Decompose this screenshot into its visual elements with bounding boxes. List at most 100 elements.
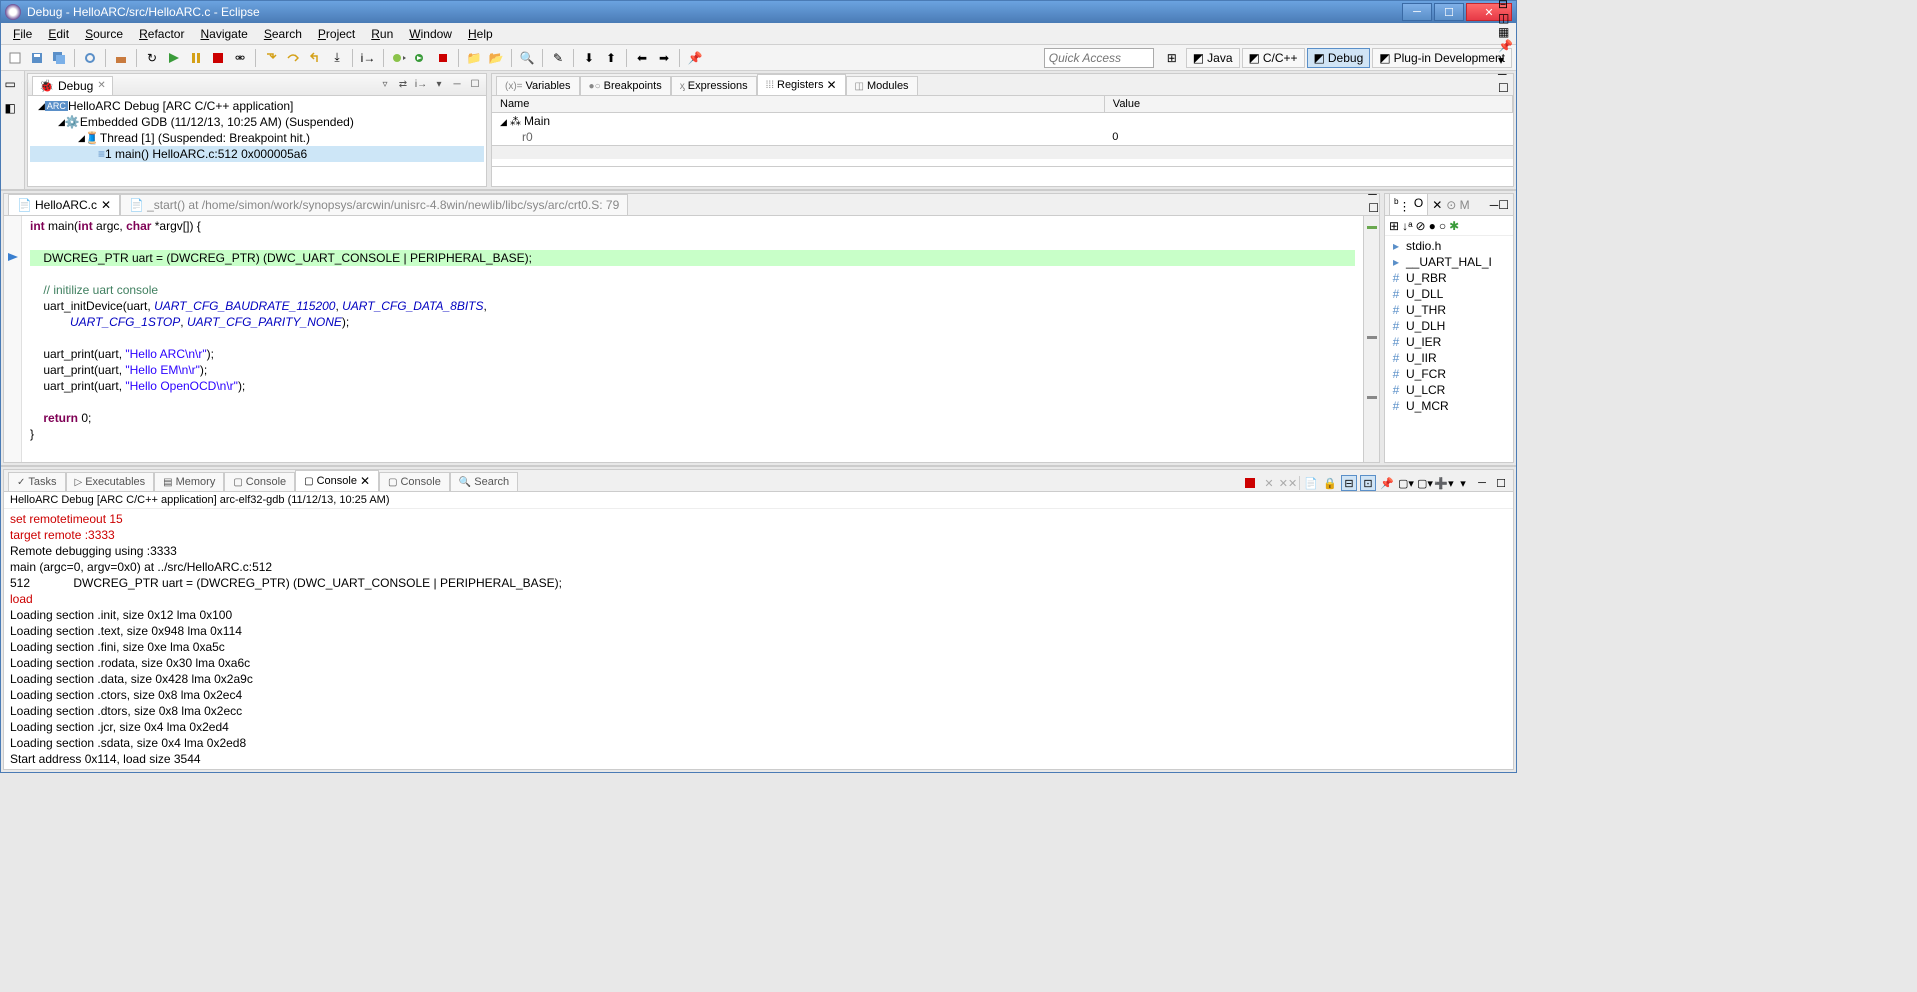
outline-filter2-button[interactable]: ⊘	[1416, 219, 1426, 233]
menu-help[interactable]: Help	[460, 25, 501, 43]
editor-tab[interactable]: 📄HelloARC.c ✕	[8, 194, 120, 215]
debug-view-tab[interactable]: 🐞 Debug ✕	[32, 76, 113, 95]
console-tab-console[interactable]: ▢ Console	[379, 472, 450, 491]
outline-filter4-button[interactable]: ○	[1439, 219, 1446, 233]
save-all-button[interactable]	[49, 48, 69, 68]
menu-edit[interactable]: Edit	[40, 25, 77, 43]
debug-view-menu-button[interactable]: ▿	[378, 78, 392, 92]
debug-dropdown-button[interactable]	[389, 48, 409, 68]
outline-sort-button[interactable]: ⊞	[1389, 219, 1399, 233]
debug-node[interactable]: ◢ 🧵 Thread [1] (Suspended: Breakpoint hi…	[30, 130, 484, 146]
instruction-step-button[interactable]: i→	[358, 48, 378, 68]
console-word-wrap-button[interactable]: ⊟	[1341, 475, 1357, 491]
console-min-button[interactable]: ─	[1474, 475, 1490, 491]
back-button[interactable]: ⬅	[632, 48, 652, 68]
make-tab[interactable]: ⊙ M	[1446, 198, 1469, 212]
outline-item[interactable]: #U_IER	[1387, 334, 1511, 350]
perspective-c-c-[interactable]: ◩C/C++	[1242, 48, 1305, 68]
editor-vscrollbar[interactable]	[1363, 216, 1379, 462]
tab-breakpoints[interactable]: ●○ Breakpoints	[580, 76, 671, 95]
console-scroll-lock-button[interactable]: 🔒	[1322, 475, 1338, 491]
tab-expressions[interactable]: ᶍ Expressions	[671, 76, 757, 95]
console-remove-button[interactable]: ✕	[1261, 475, 1277, 491]
outline-max-button[interactable]: ☐	[1498, 198, 1509, 212]
menu-search[interactable]: Search	[256, 25, 310, 43]
maximize-view-button[interactable]: ☐	[468, 78, 482, 92]
pin-button[interactable]: 📌	[685, 48, 705, 68]
console-output[interactable]: set remotetimeout 15target remote :3333R…	[4, 509, 1513, 769]
vars-columns-button[interactable]: ▦	[1498, 25, 1513, 39]
minimize-button[interactable]: ─	[1402, 3, 1432, 21]
outline-item[interactable]: #U_DLL	[1387, 286, 1511, 302]
console-show-on-out-button[interactable]: ⊡	[1360, 475, 1376, 491]
restart-button[interactable]: ↻	[142, 48, 162, 68]
console-terminate-button[interactable]	[1242, 475, 1258, 491]
maximize-button[interactable]: ☐	[1434, 3, 1464, 21]
outline-item[interactable]: ▸stdio.h	[1387, 238, 1511, 254]
debug-node[interactable]: ≡ 1 main() HelloARC.c:512 0x000005a6	[30, 146, 484, 162]
outline-item[interactable]: #U_IIR	[1387, 350, 1511, 366]
outline-item[interactable]: #U_LCR	[1387, 382, 1511, 398]
prev-annotation-button[interactable]: ⬆	[601, 48, 621, 68]
console-tab-search[interactable]: 🔍 Search	[450, 472, 518, 491]
vars-collapse-button[interactable]: ⊟	[1498, 0, 1513, 11]
debug-node[interactable]: ◢ ARC HelloARC Debug [ARC C/C++ applicat…	[30, 98, 484, 114]
debug-tree[interactable]: ◢ ARC HelloARC Debug [ARC C/C++ applicat…	[28, 96, 486, 186]
editor-max-button[interactable]: ☐	[1368, 201, 1379, 215]
debug-link-button[interactable]: ⇄	[396, 78, 410, 92]
registers-table[interactable]: Name Value ◢ ⁂ Main r00	[492, 96, 1513, 166]
step-over-button[interactable]	[283, 48, 303, 68]
vars-min-button[interactable]: ─	[1498, 67, 1513, 81]
perspective-debug[interactable]: ◩Debug	[1307, 48, 1371, 68]
console-tab-memory[interactable]: ▤ Memory	[154, 472, 224, 491]
outline-item[interactable]: #U_THR	[1387, 302, 1511, 318]
menu-navigate[interactable]: Navigate	[192, 25, 255, 43]
outline-item[interactable]: #U_DLH	[1387, 318, 1511, 334]
outline-close-icon[interactable]: ✕	[1432, 198, 1442, 212]
vars-layout-button[interactable]: ◫	[1498, 11, 1513, 25]
outline-filter3-button[interactable]: ●	[1429, 219, 1436, 233]
console-tab-tasks[interactable]: ✓ Tasks	[8, 472, 66, 491]
console-pin-button[interactable]: 📌	[1379, 475, 1395, 491]
vars-menu-button[interactable]: ▾	[1498, 53, 1513, 67]
external-tools-button[interactable]	[433, 48, 453, 68]
step-return-button[interactable]	[305, 48, 325, 68]
open-type-button[interactable]: 📁	[464, 48, 484, 68]
skip-breakpoints-button[interactable]	[80, 48, 100, 68]
close-tab-icon[interactable]: ✕	[97, 80, 105, 91]
save-button[interactable]	[27, 48, 47, 68]
suspend-button[interactable]	[186, 48, 206, 68]
editor-min-button[interactable]: ─	[1368, 187, 1379, 201]
tab-variables[interactable]: (x)= Variables	[496, 76, 580, 95]
console-open-button[interactable]: ▢▾	[1417, 475, 1433, 491]
search-button[interactable]: 🔍	[517, 48, 537, 68]
code-area[interactable]: int main(int argc, char *argv[]) { DWCRE…	[22, 216, 1363, 462]
register-group-row[interactable]: ◢ ⁂ Main	[492, 113, 1513, 130]
restore-view-button[interactable]: ▭	[5, 77, 21, 93]
horizontal-scrollbar[interactable]	[492, 145, 1513, 159]
editor-tab[interactable]: 📄_start() at /home/simon/work/synopsys/a…	[120, 194, 628, 215]
console-display-button[interactable]: ▢▾	[1398, 475, 1414, 491]
register-row[interactable]: r00	[492, 129, 1513, 145]
resume-button[interactable]	[164, 48, 184, 68]
outline-list[interactable]: ▸stdio.h▸__UART_HAL_I#U_RBR#U_DLL#U_THR#…	[1385, 236, 1513, 462]
minimized-view-button[interactable]: ◧	[5, 101, 21, 117]
open-perspective-button[interactable]: ⊞	[1162, 48, 1182, 68]
vars-pin-button[interactable]: 📌	[1498, 39, 1513, 53]
toggle-mark-button[interactable]: ✎	[548, 48, 568, 68]
menu-project[interactable]: Project	[310, 25, 363, 43]
minimize-view-button[interactable]: ─	[450, 78, 464, 92]
col-value[interactable]: Value	[1104, 96, 1512, 113]
menu-refactor[interactable]: Refactor	[131, 25, 192, 43]
terminate-button[interactable]	[208, 48, 228, 68]
editor-gutter[interactable]	[4, 216, 22, 462]
vars-max-button[interactable]: ☐	[1498, 81, 1513, 95]
menu-window[interactable]: Window	[401, 25, 460, 43]
outline-item[interactable]: #U_MCR	[1387, 398, 1511, 414]
perspective-java[interactable]: ◩Java	[1186, 48, 1240, 68]
open-task-button[interactable]: 📂	[486, 48, 506, 68]
console-clear-button[interactable]: 📄	[1303, 475, 1319, 491]
outline-item[interactable]: #U_RBR	[1387, 270, 1511, 286]
tab-registers[interactable]: ⁞⁞⁞ Registers ✕	[757, 74, 846, 95]
tab-modules[interactable]: ◫ Modules	[846, 76, 918, 95]
